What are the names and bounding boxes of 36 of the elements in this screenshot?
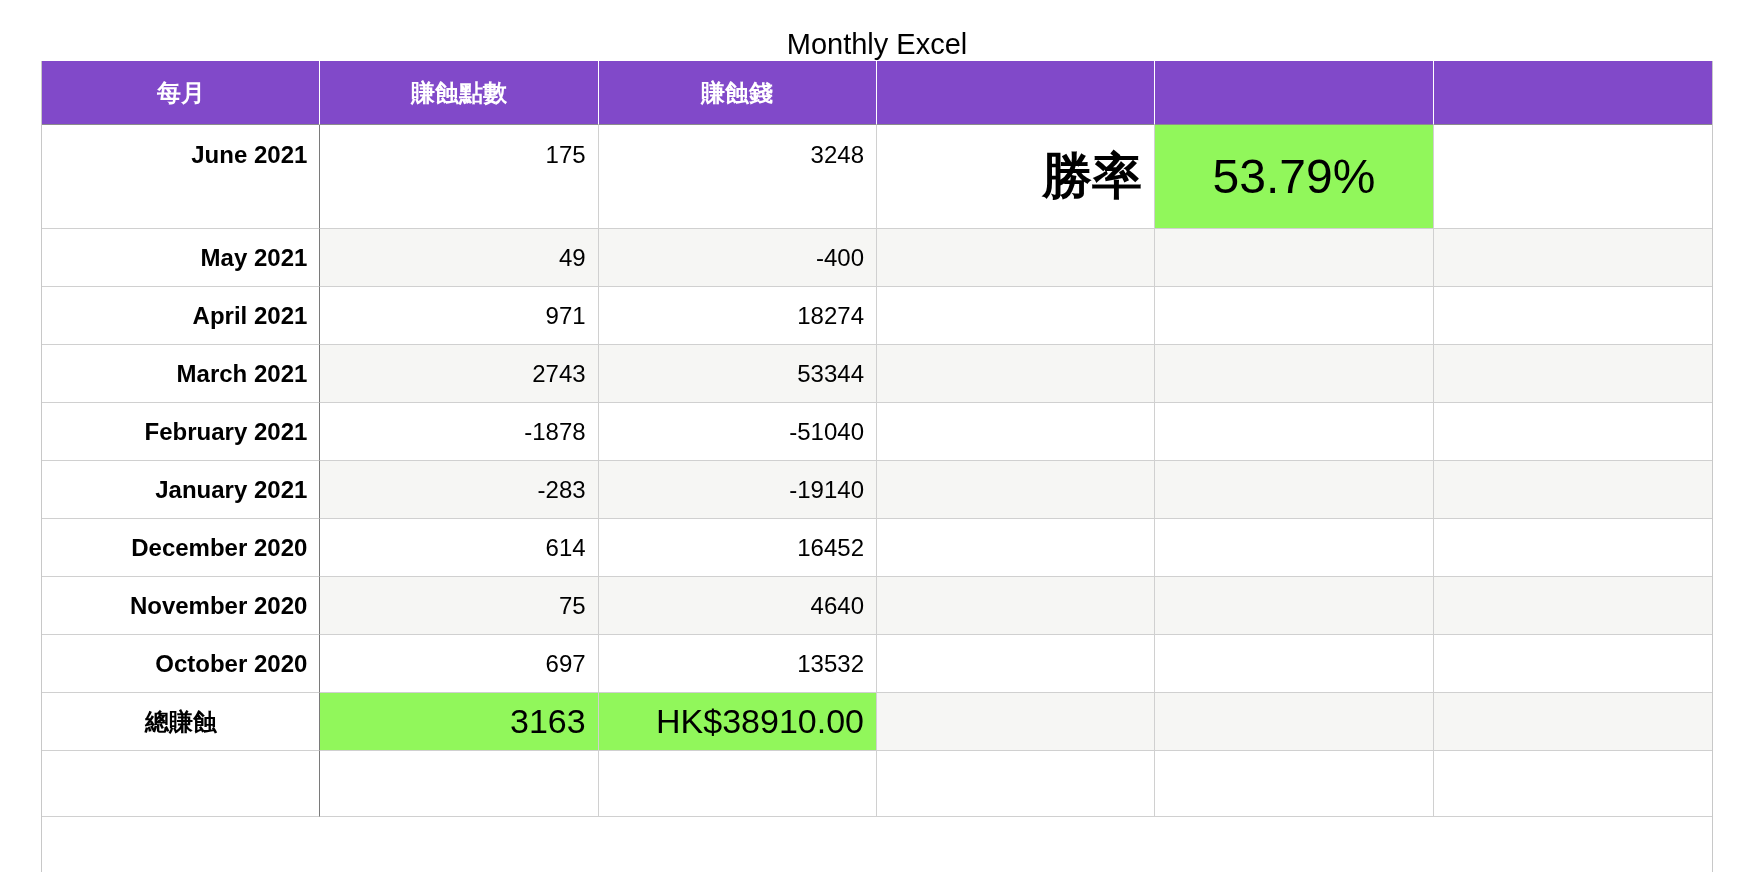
table-cell: 2743 bbox=[320, 345, 599, 403]
table-cell: 971 bbox=[320, 287, 599, 345]
table-cell: 75 bbox=[320, 577, 599, 635]
table-cell: 13532 bbox=[598, 635, 877, 693]
table-cell: 勝率 bbox=[877, 125, 1156, 229]
table-cell: 16452 bbox=[598, 519, 877, 577]
table-cell: 175 bbox=[320, 125, 599, 229]
header-cell: 賺蝕點數 bbox=[320, 61, 599, 125]
table-cell: 總賺蝕 bbox=[42, 693, 321, 751]
table-cell: HK$38910.00 bbox=[598, 693, 877, 751]
table-cell: 53.79% bbox=[1155, 125, 1434, 229]
table-cell: 18274 bbox=[598, 287, 877, 345]
header-cell: 每月 bbox=[42, 61, 321, 125]
table-cell: -1878 bbox=[320, 403, 599, 461]
table-cell: 49 bbox=[320, 229, 599, 287]
table-cell: 3163 bbox=[320, 693, 599, 751]
header-cell: 賺蝕錢 bbox=[598, 61, 877, 125]
table-cell: -51040 bbox=[598, 403, 877, 461]
table-cell: 4640 bbox=[598, 577, 877, 635]
table-cell: April 2021 bbox=[42, 287, 321, 345]
table-cell: 697 bbox=[320, 635, 599, 693]
table-cell: January 2021 bbox=[42, 461, 321, 519]
table-cell: -19140 bbox=[598, 461, 877, 519]
table-cell: 3248 bbox=[598, 125, 877, 229]
table-cell: October 2020 bbox=[42, 635, 321, 693]
table-cell: 53344 bbox=[598, 345, 877, 403]
sheet-title: Monthly Excel bbox=[786, 28, 968, 61]
table-cell: March 2021 bbox=[42, 345, 321, 403]
table-cell: June 2021 bbox=[42, 125, 321, 229]
table-cell: November 2020 bbox=[42, 577, 321, 635]
table-cell: -283 bbox=[320, 461, 599, 519]
table-cell: 614 bbox=[320, 519, 599, 577]
table-cell: December 2020 bbox=[42, 519, 321, 577]
table-cell: February 2021 bbox=[42, 403, 321, 461]
table-cell: May 2021 bbox=[42, 229, 321, 287]
table-cell: -400 bbox=[598, 229, 877, 287]
